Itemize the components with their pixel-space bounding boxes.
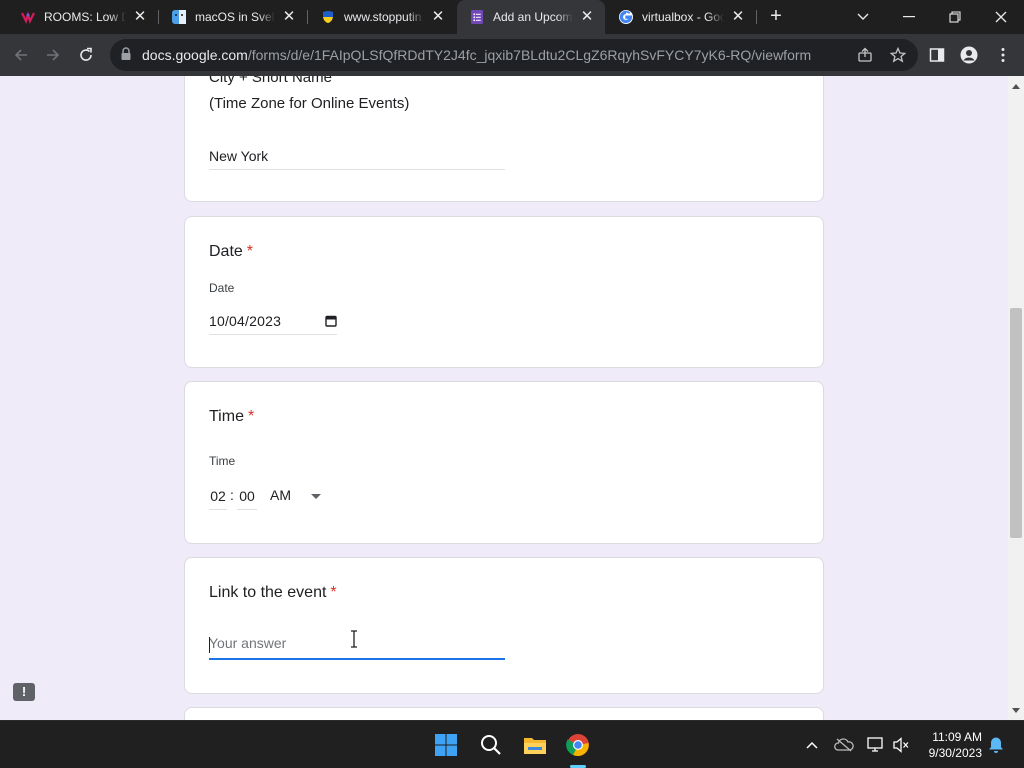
tab-stopputin[interactable]: www.stopputin. ✕ xyxy=(308,0,456,34)
close-tab-icon[interactable]: ✕ xyxy=(579,9,595,25)
address-bar[interactable]: docs.google.com/forms/d/e/1FAIpQLSfQfRDd… xyxy=(110,39,918,71)
new-tab-button[interactable]: + xyxy=(766,6,786,27)
forward-button[interactable] xyxy=(40,42,66,68)
tab-title: virtualbox - Goo xyxy=(642,10,724,24)
city-question-title: City + Short Name xyxy=(209,76,332,86)
minimize-button[interactable] xyxy=(886,0,932,34)
tab-title: ROOMS: Low De xyxy=(44,10,126,24)
onedrive-offline-icon[interactable] xyxy=(834,735,854,755)
arrow-left-icon xyxy=(14,49,27,61)
restore-button[interactable] xyxy=(932,0,978,34)
url-path: /forms/d/e/1FAIpQLSfQfRDdTY2J4fc_jqxib7B… xyxy=(247,47,812,63)
tab-virtualbox-google[interactable]: virtualbox - Goo ✕ xyxy=(606,0,756,34)
tab-separator xyxy=(756,10,757,24)
city-question-subtitle: (Time Zone for Online Events) xyxy=(209,95,410,112)
ibeam-cursor-icon xyxy=(349,630,359,648)
text-caret xyxy=(209,637,210,653)
scroll-down-icon[interactable] xyxy=(1012,708,1020,713)
required-asterisk: * xyxy=(247,408,255,425)
link-title-text: Link to the event xyxy=(209,584,327,601)
lock-icon[interactable] xyxy=(120,47,134,63)
required-asterisk: * xyxy=(330,584,337,601)
time-question-card: Time * Time 02 : 00 AM xyxy=(184,381,824,544)
google-forms-icon xyxy=(469,9,485,25)
side-panel-icon[interactable] xyxy=(926,44,948,66)
chevron-down-icon[interactable] xyxy=(311,494,321,499)
google-g-icon xyxy=(618,9,634,25)
scroll-up-icon[interactable] xyxy=(1012,84,1020,89)
chrome-icon[interactable] xyxy=(562,729,594,761)
taskbar-clock[interactable]: 11:09 AM 9/30/2023 xyxy=(920,729,982,761)
close-tab-icon[interactable]: ✕ xyxy=(132,9,148,25)
reload-icon xyxy=(80,47,92,61)
reload-button[interactable] xyxy=(73,42,99,68)
scrollbar-thumb[interactable] xyxy=(1010,308,1022,538)
rooms-logo-icon xyxy=(20,9,36,25)
city-answer-field[interactable]: New York xyxy=(209,148,505,170)
search-icon[interactable] xyxy=(475,729,507,761)
share-icon[interactable] xyxy=(855,45,875,65)
tab-search-button[interactable] xyxy=(840,0,886,34)
page-viewport: City + Short Name (Time Zone for Online … xyxy=(0,76,1008,720)
tab-rooms[interactable]: ROOMS: Low De ✕ xyxy=(8,0,158,34)
profile-avatar-icon[interactable] xyxy=(958,44,980,66)
city-question-card: City + Short Name (Time Zone for Online … xyxy=(184,76,824,202)
tab-title: Add an Upcomi xyxy=(493,10,573,24)
time-sublabel: Time xyxy=(209,454,236,468)
windows-taskbar: 11:09 AM 9/30/2023 xyxy=(0,720,1024,768)
report-feedback-button[interactable]: ! xyxy=(13,683,35,701)
arrow-right-icon xyxy=(47,49,60,61)
tab-title: macOS in Svelte xyxy=(195,10,275,24)
date-title-text: Date xyxy=(209,243,243,260)
required-asterisk: * xyxy=(246,243,254,260)
date-sublabel: Date xyxy=(209,281,235,295)
hour-input[interactable]: 02 xyxy=(209,488,227,510)
page-scrollbar[interactable] xyxy=(1008,76,1024,720)
ukraine-flag-icon xyxy=(320,9,336,25)
windows-start-icon[interactable] xyxy=(430,729,462,761)
close-tab-icon[interactable]: ✕ xyxy=(730,9,746,25)
close-tab-icon[interactable]: ✕ xyxy=(281,9,297,25)
ampm-select[interactable]: AM xyxy=(270,487,291,503)
browser-tab-strip: ROOMS: Low De ✕ macOS in Svelte ✕ www.st… xyxy=(0,0,1024,34)
close-tab-icon[interactable]: ✕ xyxy=(430,9,446,25)
date-value: 10/04/2023 xyxy=(209,313,282,329)
time-title-text: Time xyxy=(209,408,244,425)
calendar-icon[interactable] xyxy=(325,314,337,327)
network-icon[interactable] xyxy=(866,735,886,755)
speaker-muted-icon[interactable] xyxy=(891,735,911,755)
minute-input[interactable]: 00 xyxy=(237,488,257,510)
tab-title: www.stopputin. xyxy=(344,10,424,24)
tab-macos-svelte[interactable]: macOS in Svelte ✕ xyxy=(159,0,307,34)
notification-bell-icon[interactable] xyxy=(986,735,1006,755)
back-button[interactable] xyxy=(8,42,34,68)
tab-add-upcoming-event[interactable]: Add an Upcomi ✕ xyxy=(457,0,605,34)
url-text[interactable]: docs.google.com/forms/d/e/1FAIpQLSfQfRDd… xyxy=(142,47,811,63)
date-input[interactable]: 10/04/2023 xyxy=(209,313,337,335)
chevron-up-icon[interactable] xyxy=(802,735,822,755)
file-explorer-icon[interactable] xyxy=(519,729,551,761)
url-host: docs.google.com xyxy=(142,47,248,63)
bookmark-star-icon[interactable] xyxy=(888,45,908,65)
time-question-title: Time * xyxy=(209,408,254,426)
mac-finder-icon xyxy=(171,9,187,25)
date-question-title: Date * xyxy=(209,243,253,261)
kebab-menu-icon[interactable] xyxy=(992,44,1014,66)
date-question-card: Date * Date 10/04/2023 xyxy=(184,216,824,368)
next-question-card xyxy=(184,707,824,720)
time-separator: : xyxy=(230,487,234,503)
link-question-card: Link to the event * xyxy=(184,557,824,694)
clock-time: 11:09 AM xyxy=(932,730,982,744)
close-window-button[interactable] xyxy=(978,0,1024,34)
link-question-title: Link to the event * xyxy=(209,584,337,602)
browser-toolbar: docs.google.com/forms/d/e/1FAIpQLSfQfRDd… xyxy=(0,34,1024,76)
clock-date: 9/30/2023 xyxy=(928,746,982,760)
